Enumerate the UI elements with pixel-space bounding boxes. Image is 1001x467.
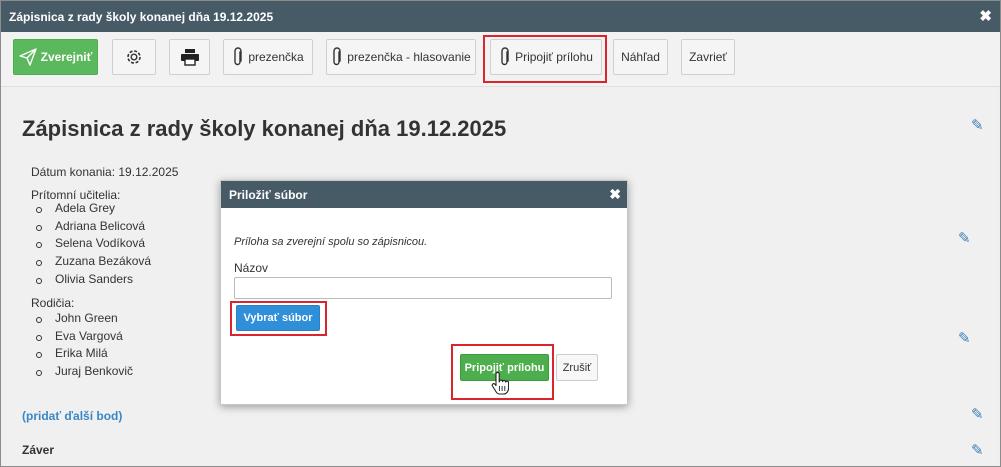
conclusion-heading: Záver (22, 443, 55, 457)
paperclip-icon (234, 47, 243, 66)
list-item: Erika Milá (21, 345, 133, 363)
cancel-button[interactable]: Zrušiť (556, 354, 598, 381)
cancel-label: Zrušiť (562, 361, 592, 374)
document-title: Zápisnica z rady školy konanej dňa 19.12… (22, 116, 507, 141)
preview-label: Náhľad (621, 50, 660, 64)
attendance-voting-button[interactable]: prezenčka - hlasovanie (326, 39, 476, 75)
attach-button-highlight (483, 35, 607, 83)
preview-button[interactable]: Náhľad (613, 39, 668, 75)
list-item: Selena Vodíková (21, 235, 151, 253)
name-label: Názov (234, 261, 269, 275)
attach-file-dialog: Priložiť súbor ✖ Príloha sa zverejní spo… (220, 180, 628, 405)
list-item: Juraj Benkovič (21, 363, 133, 381)
window-titlebar: Zápisnica z rady školy konanej dňa 19.12… (1, 1, 1000, 32)
pencil-icon[interactable]: ✎ (971, 441, 984, 459)
close-label: Zavrieť (689, 50, 727, 64)
list-item: Eva Vargová (21, 328, 133, 346)
list-item: Zuzana Bezáková (21, 253, 151, 271)
add-point-link[interactable]: (pridať ďalší bod) (22, 409, 122, 423)
settings-button[interactable] (112, 39, 156, 75)
dialog-info-text: Príloha sa zverejní spolu so zápisnicou. (234, 236, 428, 248)
window-title: Zápisnica z rady školy konanej dňa 19.12… (9, 10, 274, 24)
pencil-icon[interactable]: ✎ (971, 116, 984, 134)
pencil-icon[interactable]: ✎ (958, 329, 971, 347)
dialog-header: Priložiť súbor ✖ (221, 181, 627, 208)
attendance-label: prezenčka (248, 50, 304, 64)
close-icon[interactable]: ✖ (609, 186, 621, 203)
teachers-list: Adela Grey Adriana Belicová Selena Vodík… (21, 200, 151, 288)
list-item: Adriana Belicová (21, 218, 151, 236)
paperclip-icon (333, 47, 341, 66)
publish-button[interactable]: Zverejniť (13, 39, 98, 75)
meeting-date: Dátum konania: 19.12.2025 (31, 165, 179, 179)
hand-cursor-icon (491, 372, 509, 395)
printer-icon (180, 49, 199, 66)
parents-heading: Rodičia: (31, 296, 75, 310)
paper-plane-icon (18, 48, 37, 66)
list-item: Olivia Sanders (21, 271, 151, 289)
name-field[interactable] (234, 277, 612, 299)
attendance-button[interactable]: prezenčka (223, 39, 313, 75)
attendance-voting-label: prezenčka - hlasovanie (347, 50, 471, 64)
dialog-title: Priložiť súbor (229, 188, 308, 202)
close-button[interactable]: Zavrieť (681, 39, 735, 75)
choose-file-highlight (230, 301, 327, 336)
pencil-icon[interactable]: ✎ (971, 405, 984, 423)
list-item: John Green (21, 310, 133, 328)
pencil-icon[interactable]: ✎ (958, 229, 971, 247)
print-button[interactable] (169, 39, 210, 75)
close-icon[interactable]: ✖ (979, 7, 992, 25)
parents-list: John Green Eva Vargová Erika Milá Juraj … (21, 310, 133, 381)
publish-label: Zverejniť (40, 50, 93, 64)
list-item: Adela Grey (21, 200, 151, 218)
gear-icon (127, 50, 141, 64)
